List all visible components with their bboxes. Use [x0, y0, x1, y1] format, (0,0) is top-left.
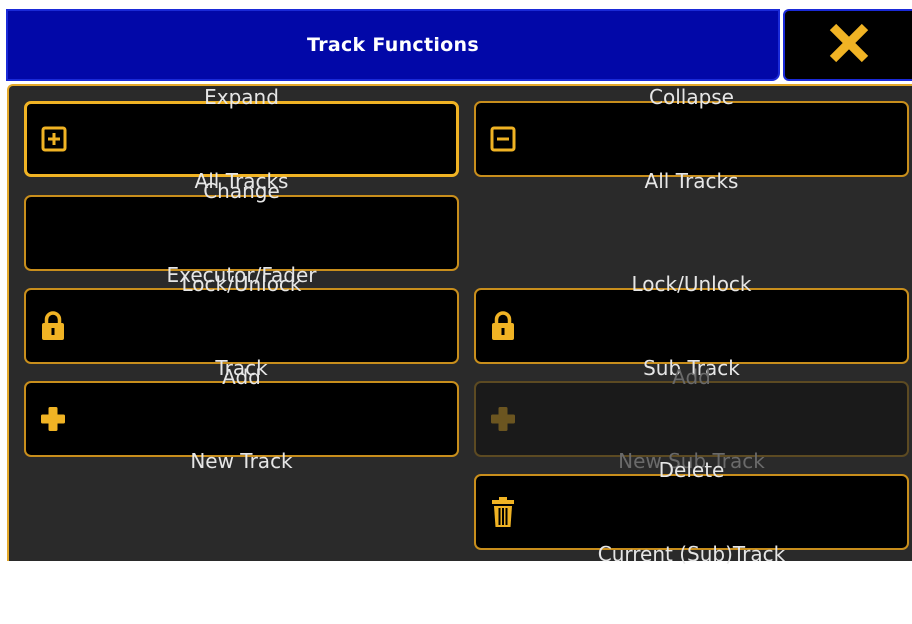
collapse-all-tracks-button[interactable]: Collapse All Tracks	[474, 85, 909, 193]
track-functions-dialog: Track Functions Expand All Tracks Collap…	[0, 0, 912, 566]
delete-current-sub-track-button[interactable]: Delete Current (Sub)Track	[474, 458, 909, 566]
functions-panel: Expand All Tracks Collapse All Tracks Ch…	[7, 84, 912, 566]
button-label: Add New Track	[190, 365, 293, 473]
add-new-track-button[interactable]: Add New Track	[24, 365, 459, 473]
button-label: Delete Current (Sub)Track	[597, 458, 786, 566]
